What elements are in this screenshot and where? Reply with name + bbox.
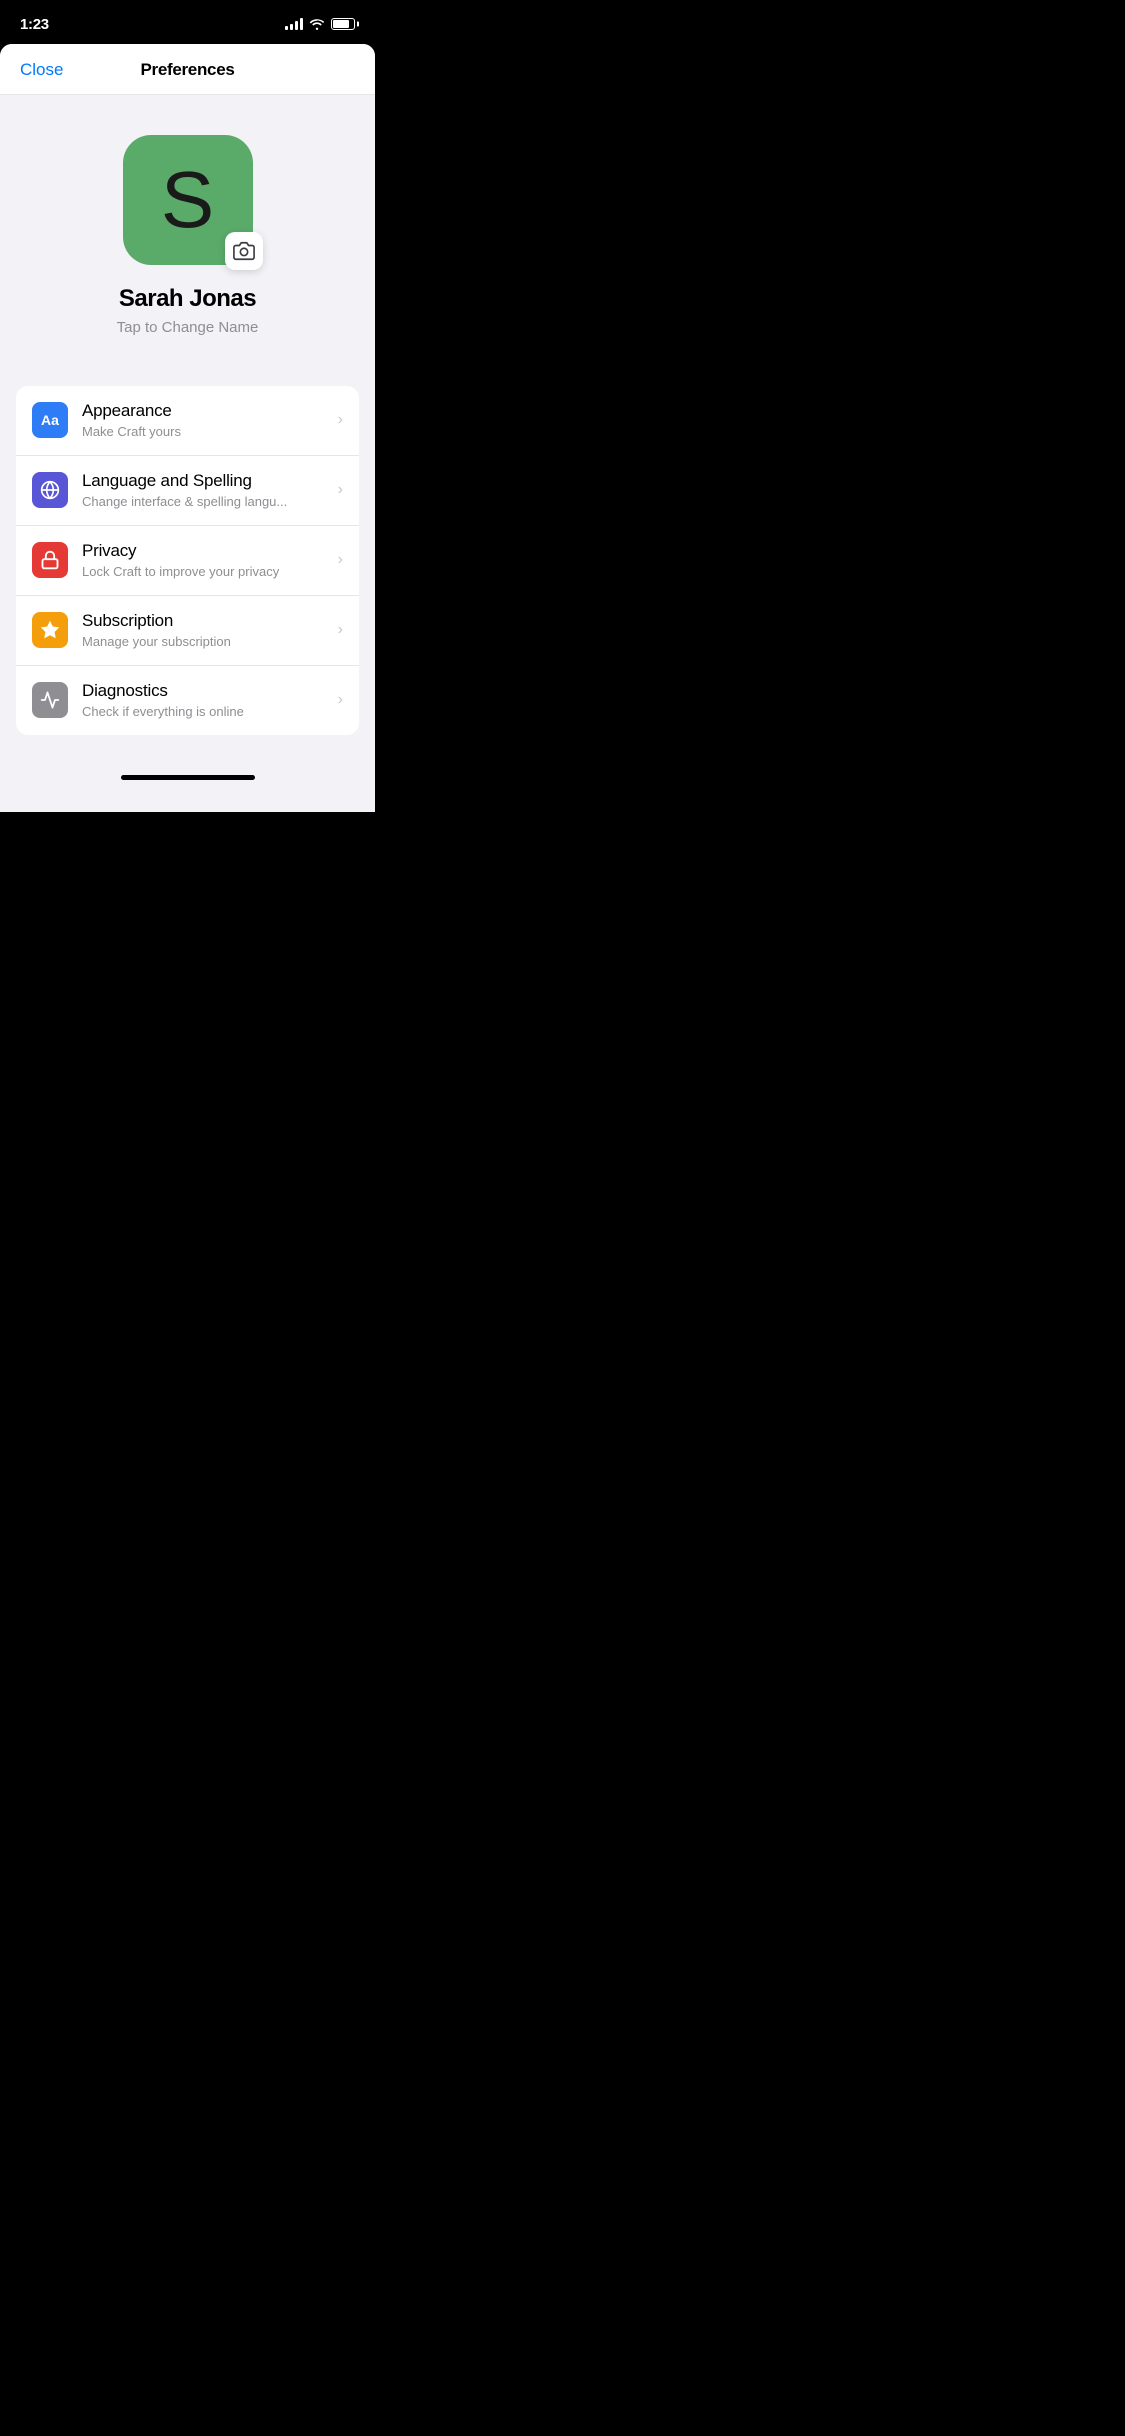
subscription-subtitle: Manage your subscription <box>82 634 330 651</box>
signal-bars-icon <box>285 18 303 30</box>
diagnostics-subtitle: Check if everything is online <box>82 704 330 721</box>
modal-container: Close Preferences S Sarah Jonas Tap to C… <box>0 44 375 812</box>
diagnostics-icon-wrap <box>32 682 68 718</box>
settings-item-appearance[interactable]: Aa Appearance Make Craft yours › <box>16 386 359 456</box>
battery-icon <box>331 18 355 30</box>
chevron-right-icon: › <box>338 481 343 499</box>
appearance-title: Appearance <box>82 400 330 422</box>
activity-icon <box>40 690 60 710</box>
settings-item-privacy[interactable]: Privacy Lock Craft to improve your priva… <box>16 526 359 596</box>
chevron-right-icon: › <box>338 411 343 429</box>
language-subtitle: Change interface & spelling langu... <box>82 494 330 511</box>
privacy-title: Privacy <box>82 540 330 562</box>
chevron-right-icon: › <box>338 551 343 569</box>
subscription-icon-wrap <box>32 612 68 648</box>
chevron-right-icon: › <box>338 621 343 639</box>
language-icon-wrap <box>32 472 68 508</box>
page-title: Preferences <box>140 60 234 80</box>
star-icon <box>40 620 60 640</box>
privacy-subtitle: Lock Craft to improve your privacy <box>82 564 330 581</box>
profile-section: S Sarah Jonas Tap to Change Name <box>0 95 375 366</box>
status-time: 1:23 <box>20 16 49 33</box>
appearance-text: Appearance Make Craft yours <box>82 400 330 441</box>
diagnostics-text: Diagnostics Check if everything is onlin… <box>82 680 330 721</box>
nav-bar: Close Preferences <box>0 44 375 95</box>
globe-icon <box>40 480 60 500</box>
settings-item-subscription[interactable]: Subscription Manage your subscription › <box>16 596 359 666</box>
content-area: S Sarah Jonas Tap to Change Name Aa <box>0 95 375 735</box>
settings-list: Aa Appearance Make Craft yours › <box>16 386 359 735</box>
lock-icon <box>40 550 60 570</box>
wifi-icon <box>309 18 325 30</box>
settings-item-language[interactable]: Language and Spelling Change interface &… <box>16 456 359 526</box>
status-icons <box>285 18 355 30</box>
home-indicator <box>121 775 255 780</box>
appearance-icon-wrap: Aa <box>32 402 68 438</box>
language-title: Language and Spelling <box>82 470 330 492</box>
status-bar: 1:23 <box>0 0 375 44</box>
privacy-text: Privacy Lock Craft to improve your priva… <box>82 540 330 581</box>
camera-badge[interactable] <box>225 232 263 270</box>
close-button[interactable]: Close <box>20 60 63 80</box>
diagnostics-title: Diagnostics <box>82 680 330 702</box>
camera-icon <box>233 240 255 262</box>
profile-name[interactable]: Sarah Jonas <box>119 285 256 313</box>
settings-item-diagnostics[interactable]: Diagnostics Check if everything is onlin… <box>16 666 359 735</box>
language-text: Language and Spelling Change interface &… <box>82 470 330 511</box>
avatar-container[interactable]: S <box>123 135 253 265</box>
appearance-icon: Aa <box>41 412 59 428</box>
subscription-text: Subscription Manage your subscription <box>82 610 330 651</box>
privacy-icon-wrap <box>32 542 68 578</box>
chevron-right-icon: › <box>338 691 343 709</box>
avatar-letter: S <box>161 160 214 240</box>
appearance-subtitle: Make Craft yours <box>82 424 330 441</box>
profile-subtitle[interactable]: Tap to Change Name <box>117 319 259 336</box>
subscription-title: Subscription <box>82 610 330 632</box>
